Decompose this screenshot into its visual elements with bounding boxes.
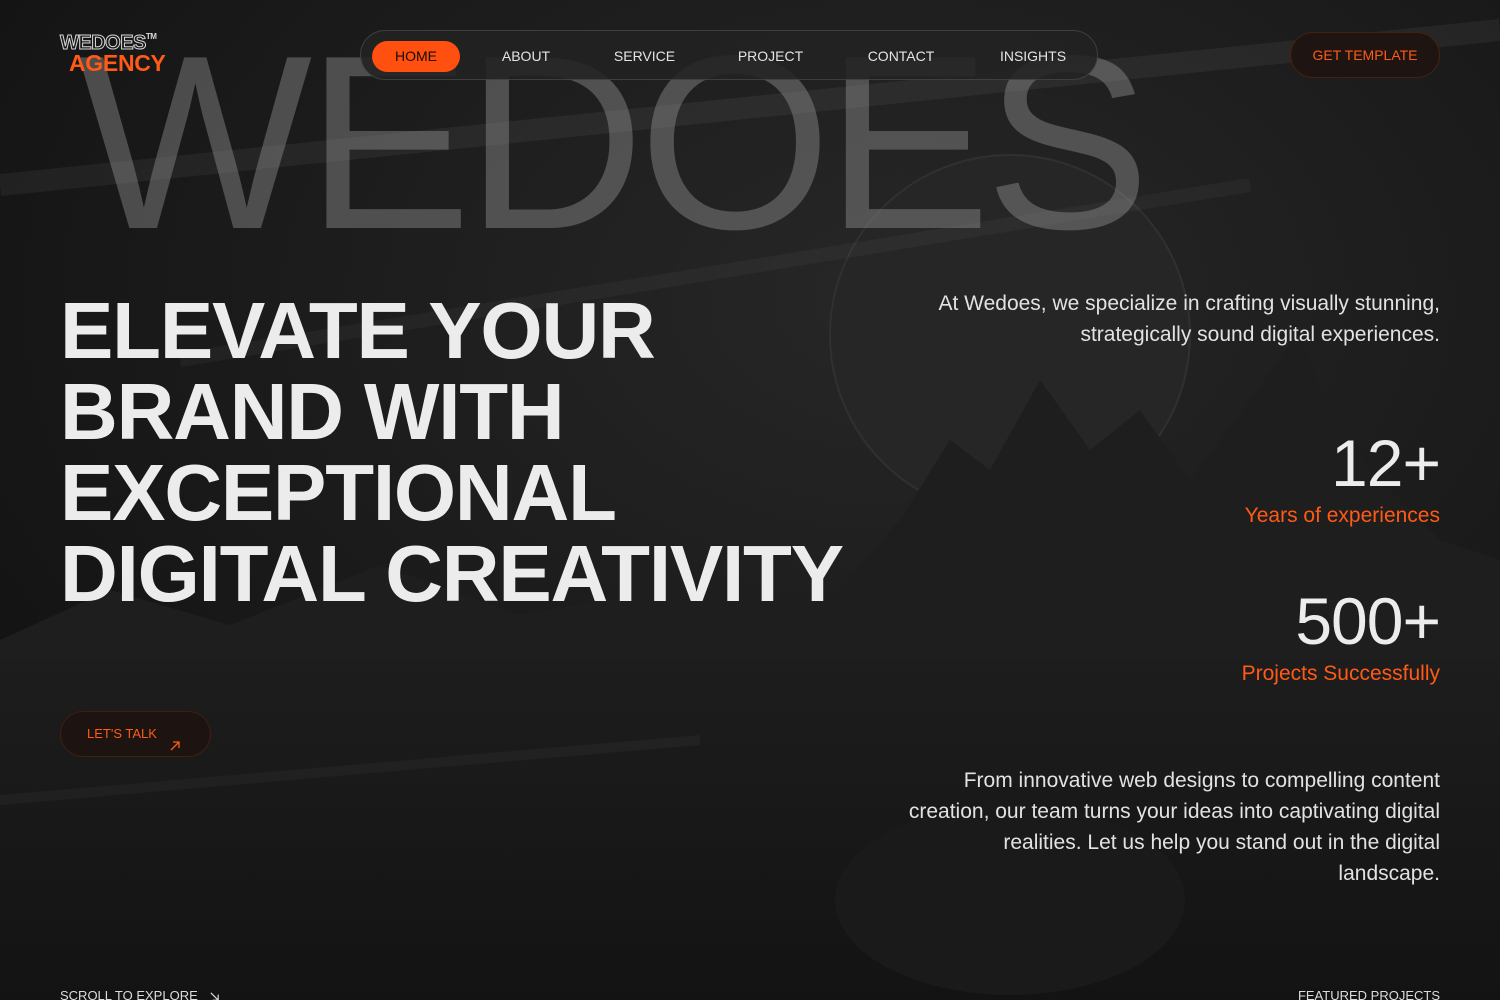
stat-projects-value: 500+ [1295,584,1441,658]
logo[interactable]: WEDOESTM AGENCY [60,33,166,75]
intro-text: At Wedoes, we specialize in crafting vis… [938,292,1440,346]
logo-subtitle: AGENCY [69,50,166,76]
stat-years-value: 12+ [1331,426,1441,500]
hero-headline: ELEVATE YOUR BRAND WITH EXCEPTIONAL DIGI… [60,290,860,614]
headline-line: BRAND WITH [60,367,565,456]
nav-item-project[interactable]: PROJECT [723,41,818,72]
stat-years-label: Years of experiences [1244,504,1440,527]
headline-line: DIGITAL CREATIVITY [60,529,844,618]
nav-item-contact[interactable]: CONTACT [851,41,951,72]
main-nav: HOME ABOUT SERVICE PROJECT CONTACT INSIG… [360,30,1098,80]
arrow-up-right-icon [169,726,181,770]
trademark-mark: TM [145,32,157,41]
stat-projects-label: Projects Successfully [1241,662,1440,685]
get-template-button[interactable]: GET TEMPLATE [1290,32,1440,78]
scroll-to-explore[interactable]: SCROLL TO EXPLORE [60,988,219,1000]
headline-line: ELEVATE YOUR [60,286,656,375]
scroll-label: SCROLL TO EXPLORE [60,988,198,1000]
arrow-down-right-icon [209,990,220,1000]
lets-talk-button[interactable]: LET'S TALK [60,711,211,757]
featured-projects-link[interactable]: FEATURED PROJECTS [1298,988,1440,1000]
nav-item-about[interactable]: ABOUT [481,41,571,72]
description-text: From innovative web designs to compellin… [908,769,1440,885]
nav-item-home[interactable]: HOME [372,41,460,72]
nav-item-insights[interactable]: INSIGHTS [983,41,1083,72]
headline-line: EXCEPTIONAL [60,448,617,537]
lets-talk-label: LET'S TALK [87,726,157,741]
nav-item-service[interactable]: SERVICE [597,41,692,72]
